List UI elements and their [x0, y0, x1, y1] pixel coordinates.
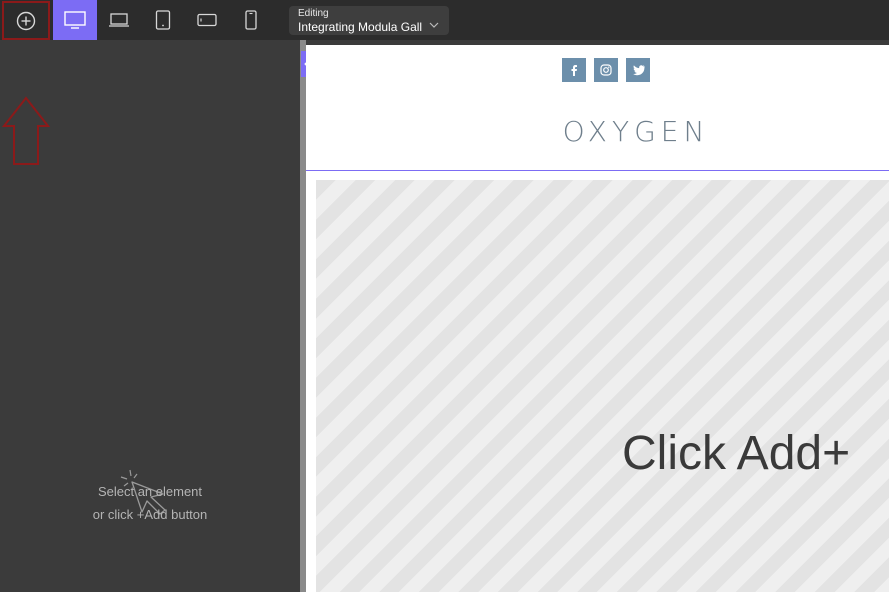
twitter-button[interactable] — [626, 58, 650, 82]
up-arrow-annotation-icon — [2, 96, 50, 165]
tablet-icon — [155, 10, 171, 30]
device-desktop-button[interactable] — [53, 0, 97, 40]
plus-circle-icon — [16, 11, 36, 30]
sidebar-panel: Select an element or click +Add button — [0, 40, 300, 592]
device-tablet-button[interactable] — [141, 0, 185, 40]
chevron-down-icon — [429, 22, 439, 28]
facebook-icon — [571, 65, 577, 76]
mobile-icon — [245, 10, 257, 30]
tablet-landscape-icon — [197, 13, 217, 27]
empty-section[interactable]: Click Add+ — [306, 171, 889, 592]
device-tablet-landscape-button[interactable] — [185, 0, 229, 40]
editing-label: Editing — [298, 8, 329, 19]
twitter-icon — [632, 64, 645, 75]
site-logo[interactable]: OXYGEN — [306, 115, 889, 148]
click-add-placeholder: Click Add+ — [622, 427, 851, 480]
placeholder-area — [316, 180, 889, 592]
facebook-button[interactable] — [562, 58, 586, 82]
device-laptop-button[interactable] — [97, 0, 141, 40]
device-mobile-button[interactable] — [229, 0, 273, 40]
page-canvas: OXYGEN Click Add+ — [306, 45, 889, 592]
editing-selector[interactable]: Editing Integrating Modula Gall — [289, 6, 449, 35]
editing-value: Integrating Modula Gall — [298, 20, 423, 34]
empty-state-line2: or click +Add button — [92, 507, 208, 522]
site-header: OXYGEN — [306, 45, 889, 170]
laptop-icon — [109, 13, 129, 27]
instagram-button[interactable] — [594, 58, 618, 82]
instagram-icon — [600, 64, 612, 76]
desktop-icon — [64, 11, 86, 29]
top-toolbar: Editing Integrating Modula Gall — [0, 0, 889, 40]
add-button[interactable] — [2, 1, 50, 40]
empty-state-line1: Select an element — [97, 484, 203, 499]
